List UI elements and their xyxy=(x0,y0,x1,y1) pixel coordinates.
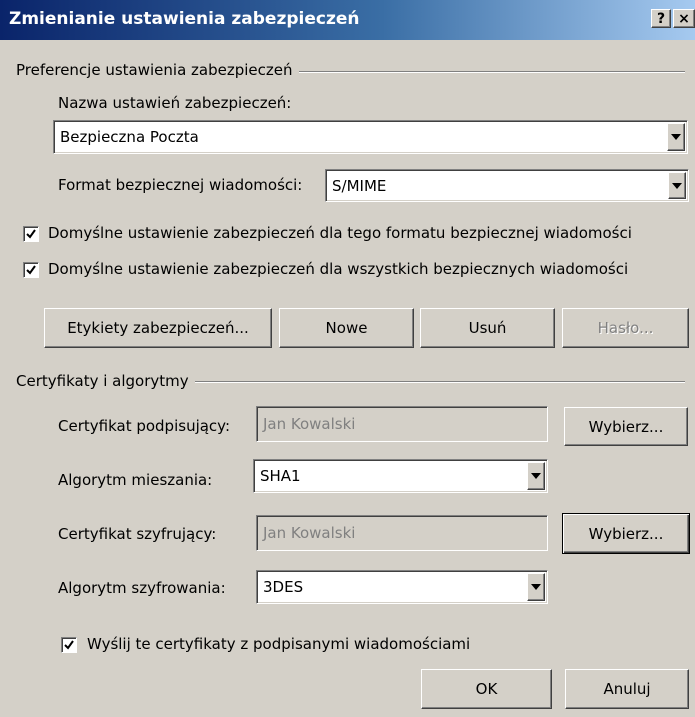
default-for-format-checkbox[interactable] xyxy=(23,226,39,242)
new-button[interactable]: Nowe xyxy=(279,308,414,348)
signing-cert-choose-button[interactable]: Wybierz... xyxy=(564,407,688,446)
encryption-algorithm-combo[interactable]: 3DES xyxy=(256,570,548,604)
window-title: Zmienianie ustawienia zabezpieczeń xyxy=(9,9,360,29)
default-for-format-label[interactable]: Domyślne ustawienie zabezpieczeń dla teg… xyxy=(48,224,632,242)
ok-button-label: OK xyxy=(475,680,498,698)
chevron-down-icon xyxy=(671,134,681,140)
delete-button[interactable]: Usuń xyxy=(420,308,555,348)
encryption-algorithm-label: Algorytm szyfrowania: xyxy=(58,579,226,597)
signing-cert-label: Certyfikat podpisujący: xyxy=(58,417,231,435)
title-bar[interactable]: Zmienianie ustawienia zabezpieczeń ? × xyxy=(0,0,695,40)
encryption-cert-label: Certyfikat szyfrujący: xyxy=(58,525,217,543)
security-labels-button[interactable]: Etykiety zabezpieczeń... xyxy=(44,308,272,348)
encryption-cert-choose-label: Wybierz... xyxy=(588,524,664,543)
cancel-button[interactable]: Anuluj xyxy=(565,669,689,709)
ok-button[interactable]: OK xyxy=(421,669,552,709)
certificates-group-label: Certyfikaty i algorytmy xyxy=(16,372,195,390)
chevron-down-icon xyxy=(531,473,541,479)
encryption-algorithm-value: 3DES xyxy=(263,578,304,596)
hash-algorithm-label: Algorytm mieszania: xyxy=(58,471,213,489)
name-combo[interactable]: Bezpieczna Poczta xyxy=(53,120,688,154)
format-combo[interactable]: S/MIME xyxy=(325,169,689,202)
default-for-all-checkbox[interactable] xyxy=(23,262,39,278)
encryption-cert-field: Jan Kowalski xyxy=(256,515,548,551)
checkmark-icon xyxy=(26,265,36,275)
close-button[interactable]: × xyxy=(673,9,695,28)
password-button-label: Hasło... xyxy=(597,319,654,337)
encryption-cert-choose-button[interactable]: Wybierz... xyxy=(562,513,690,554)
chevron-down-icon xyxy=(672,182,682,189)
security-labels-button-label: Etykiety zabezpieczeń... xyxy=(67,319,249,337)
signing-cert-choose-label: Wybierz... xyxy=(588,417,664,436)
help-button[interactable]: ? xyxy=(651,9,671,28)
name-combo-dropdown-button[interactable] xyxy=(667,123,685,151)
signing-cert-field: Jan Kowalski xyxy=(256,406,548,442)
checkmark-icon xyxy=(64,640,74,650)
format-combo-dropdown-button[interactable] xyxy=(668,172,686,199)
cancel-button-label: Anuluj xyxy=(603,680,651,698)
password-button: Hasło... xyxy=(562,308,689,348)
security-settings-dialog: Zmienianie ustawienia zabezpieczeń ? × P… xyxy=(0,0,695,717)
send-certificates-checkbox[interactable] xyxy=(61,637,77,653)
close-icon: × xyxy=(678,11,690,27)
format-label: Format bezpiecznej wiadomości: xyxy=(58,176,303,194)
chevron-down-icon xyxy=(531,584,541,590)
name-combo-value: Bezpieczna Poczta xyxy=(60,128,199,146)
hash-algorithm-combo[interactable]: SHA1 xyxy=(253,459,548,493)
hash-algorithm-value: SHA1 xyxy=(260,467,301,485)
signing-cert-value: Jan Kowalski xyxy=(263,415,356,433)
format-combo-value: S/MIME xyxy=(332,176,387,195)
help-icon: ? xyxy=(656,11,666,27)
preferences-group-label: Preferencje ustawienia zabezpieczeń xyxy=(16,61,299,79)
name-label: Nazwa ustawień zabezpieczeń: xyxy=(58,94,292,112)
encryption-cert-value: Jan Kowalski xyxy=(263,524,356,542)
send-certificates-label[interactable]: Wyślij te certyfikaty z podpisanymi wiad… xyxy=(87,635,470,653)
default-for-all-label[interactable]: Domyślne ustawienie zabezpieczeń dla wsz… xyxy=(48,260,628,278)
delete-button-label: Usuń xyxy=(468,319,507,337)
encryption-algorithm-dropdown-button[interactable] xyxy=(527,573,545,601)
new-button-label: Nowe xyxy=(325,319,368,337)
hash-algorithm-dropdown-button[interactable] xyxy=(527,462,545,490)
checkmark-icon xyxy=(26,229,36,239)
